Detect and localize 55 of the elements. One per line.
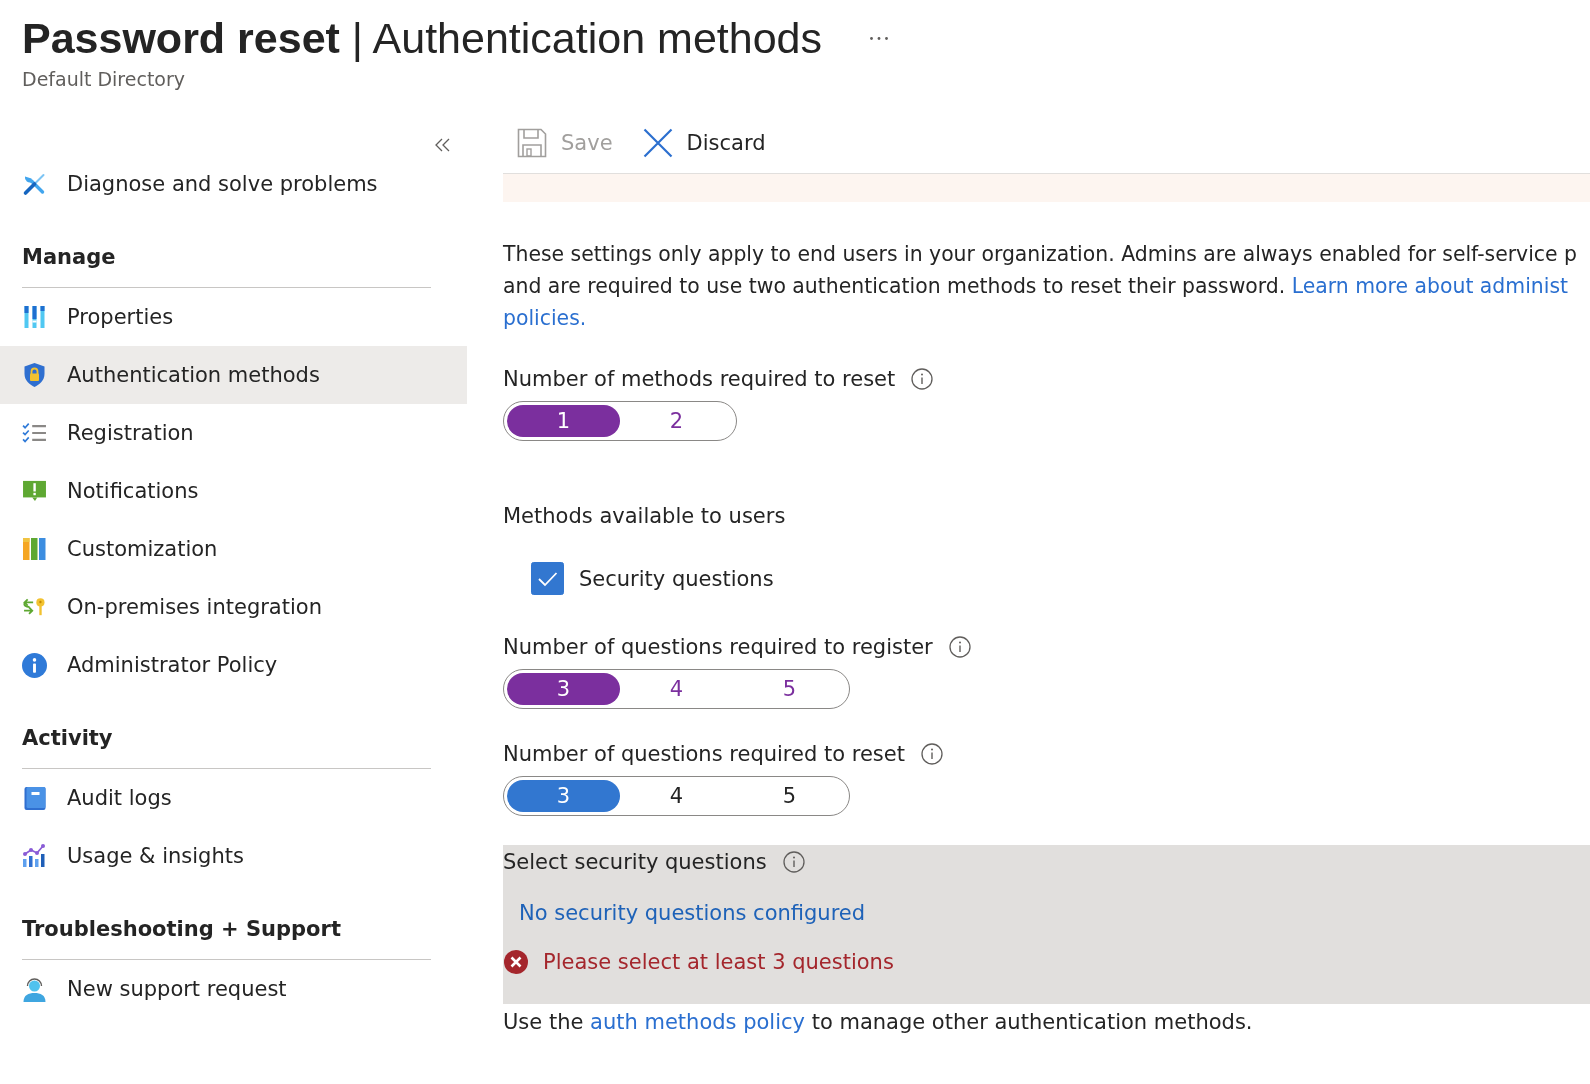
more-icon — [869, 35, 889, 41]
page-subtitle: Default Directory — [22, 67, 186, 91]
segment-option[interactable]: 1 — [507, 405, 620, 437]
info-icon — [22, 652, 47, 678]
bars-icon — [22, 305, 47, 329]
chart-icon — [22, 844, 47, 868]
alert-bubble-icon — [22, 480, 47, 502]
error-icon — [504, 950, 528, 974]
segment-option[interactable]: 3 — [507, 673, 620, 705]
nav-item[interactable]: Authentication methods — [0, 346, 467, 404]
nav-item[interactable]: Properties — [0, 288, 467, 346]
nav-item[interactable]: On-premises integration — [0, 578, 467, 636]
field-label: Number of questions required to register — [503, 634, 933, 661]
nav-item[interactable]: Notifications — [0, 462, 467, 520]
field-label: Select security questions — [503, 849, 767, 876]
nav-item[interactable]: Registration — [0, 404, 467, 462]
collapse-icon — [435, 138, 450, 152]
section-heading: Manage — [22, 244, 116, 271]
checkbox[interactable] — [531, 562, 564, 595]
field-label: Number of questions required to reset — [503, 741, 905, 768]
tools-icon — [22, 172, 47, 196]
segment-option[interactable]: 3 — [507, 780, 620, 812]
nav-item[interactable]: Administrator Policy — [0, 636, 467, 694]
footer-text: Use the auth methods policy to manage other authentication methods. — [503, 1009, 1253, 1036]
policy-link[interactable]: auth methods policy — [590, 1010, 805, 1034]
no-questions-link[interactable]: No security questions configured — [519, 898, 866, 928]
discard-button[interactable]: Discard — [634, 124, 774, 161]
nav-item[interactable]: Audit logs — [0, 769, 467, 827]
book-icon — [22, 785, 47, 811]
nav-item[interactable]: Usage & insights — [0, 827, 467, 885]
checklist-icon — [22, 422, 47, 444]
section-heading: Activity — [22, 725, 113, 752]
close-icon — [642, 127, 673, 158]
field-label: Methods available to users — [503, 503, 786, 530]
section-heading: Troubleshooting + Support — [22, 916, 341, 943]
description-text: These settings only apply to end users in your organization. Admins are always enabled for self-service p and are required to use two authentication methods to reset their password. Learn more about administ policies. — [503, 241, 1577, 332]
segment-option[interactable]: 5 — [733, 673, 846, 705]
segment-option[interactable]: 4 — [620, 780, 733, 812]
learn-more-link[interactable]: policies. — [503, 306, 587, 330]
segment-option[interactable]: 2 — [620, 405, 733, 437]
error-message: Please select at least 3 questions — [543, 949, 894, 976]
field-label: Number of methods required to reset — [503, 366, 896, 393]
save-icon — [517, 127, 547, 158]
shield-lock-icon — [22, 362, 47, 388]
checkbox-label: Security questions — [579, 565, 774, 593]
nav-item[interactable]: Customization — [0, 520, 467, 578]
page-title: Password reset | Authentication methods — [22, 13, 822, 64]
person-headset-icon — [22, 976, 47, 1002]
nav-item[interactable]: Diagnose and solve problems — [0, 155, 467, 213]
color-bars-icon — [22, 537, 47, 561]
nav-item[interactable]: New support request — [0, 960, 467, 1018]
arrows-key-icon — [22, 597, 47, 617]
segment-option[interactable]: 4 — [620, 673, 733, 705]
segment-option[interactable]: 5 — [733, 780, 846, 812]
learn-more-link[interactable]: Learn more about administ — [1291, 274, 1569, 298]
